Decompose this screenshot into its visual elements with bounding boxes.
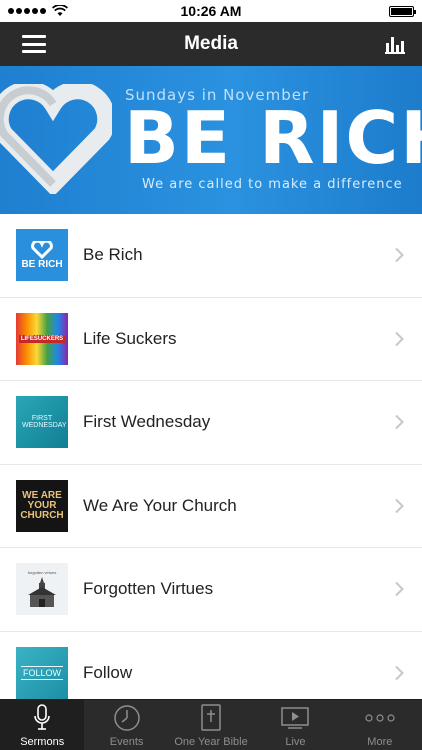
page-title: Media	[184, 33, 238, 54]
bar-chart-icon[interactable]	[384, 33, 406, 55]
tab-bar: Sermons Events One Year Bible Live More	[0, 699, 422, 750]
list-item[interactable]: BE RICH Be Rich	[0, 214, 422, 298]
chevron-right-icon	[395, 666, 404, 681]
series-list: BE RICH Be Rich LIFESUCKERS Life Suckers…	[0, 214, 422, 715]
tab-more[interactable]: More	[338, 700, 422, 750]
status-left	[8, 5, 68, 17]
banner-title: BE RICH	[124, 96, 422, 180]
tab-events[interactable]: Events	[84, 700, 168, 750]
building-icon	[28, 576, 56, 607]
nav-bar: Media	[0, 22, 422, 66]
wifi-icon	[52, 5, 68, 16]
tab-label: Sermons	[20, 736, 65, 748]
bible-icon	[200, 703, 222, 733]
series-title: Life Suckers	[83, 328, 177, 348]
tab-label: More	[367, 736, 393, 748]
series-thumbnail: FIRST WEDNESDAY	[16, 396, 68, 449]
thumbnail-text: LIFESUCKERS	[18, 334, 66, 343]
list-item[interactable]: LIFESUCKERS Life Suckers	[0, 297, 422, 381]
series-thumbnail: LIFESUCKERS	[16, 312, 68, 365]
battery-icon	[389, 5, 416, 17]
more-dots-icon	[365, 703, 395, 733]
tab-label: Live	[285, 736, 306, 748]
microphone-icon	[33, 703, 51, 733]
tab-sermons[interactable]: Sermons	[0, 700, 85, 750]
chevron-right-icon	[395, 582, 404, 597]
series-thumbnail: FOLLOW	[16, 647, 68, 700]
tab-label: Events	[109, 736, 144, 748]
banner-tagline: We are called to make a difference	[142, 177, 403, 192]
series-title: Follow	[83, 663, 133, 683]
list-item[interactable]: WE ARE YOUR CHURCH We Are Your Church	[0, 464, 422, 548]
hamburger-menu-icon[interactable]	[22, 35, 46, 53]
chevron-right-icon	[395, 248, 404, 263]
thumbnail-text: FIRST WEDNESDAY	[22, 415, 67, 430]
series-title: Be Rich	[83, 245, 143, 265]
chevron-right-icon	[395, 498, 404, 513]
thumbnail-text: FOLLOW	[20, 666, 63, 681]
list-item[interactable]: forgotten virtues Forgotten Virtues	[0, 548, 422, 632]
status-bar: 10:26 AM	[0, 0, 422, 22]
clock-icon	[113, 703, 141, 733]
tab-one-year-bible[interactable]: One Year Bible	[169, 700, 253, 750]
thumbnail-text: BE RICH	[21, 258, 63, 270]
featured-banner[interactable]: Sundays in November BE RICH We are calle…	[0, 66, 422, 214]
series-thumbnail: forgotten virtues	[16, 563, 68, 616]
chevron-right-icon	[395, 331, 404, 346]
list-item[interactable]: FIRST WEDNESDAY First Wednesday	[0, 381, 422, 465]
series-title: We Are Your Church	[83, 495, 237, 515]
series-thumbnail: BE RICH	[16, 229, 68, 282]
signal-icon	[8, 8, 46, 14]
tab-label: One Year Bible	[174, 736, 248, 748]
heart-logo-icon	[0, 84, 112, 194]
tab-live[interactable]: Live	[253, 700, 337, 750]
series-thumbnail: WE ARE YOUR CHURCH	[16, 479, 68, 532]
play-screen-icon	[281, 703, 310, 733]
series-title: Forgotten Virtues	[83, 579, 214, 599]
chevron-right-icon	[395, 415, 404, 430]
thumbnail-text: CHURCH	[20, 509, 64, 521]
heart-logo-icon	[31, 240, 53, 259]
series-title: First Wednesday	[83, 412, 211, 432]
